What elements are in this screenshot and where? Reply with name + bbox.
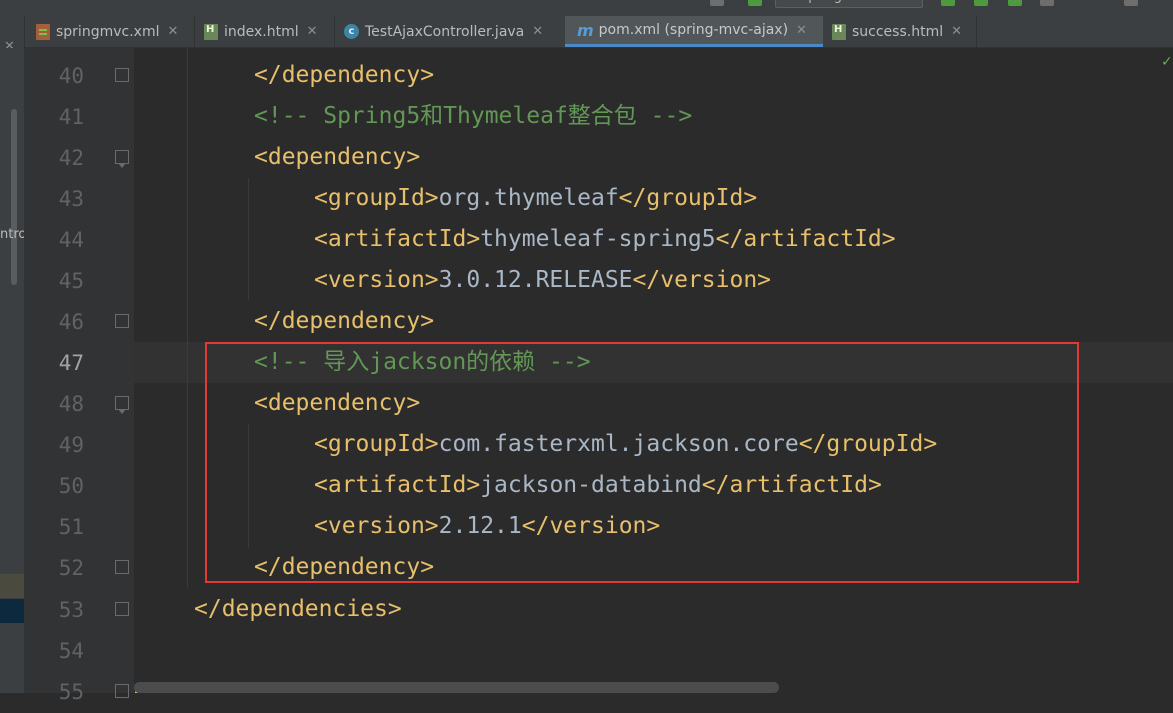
tab-label: success.html bbox=[852, 23, 944, 40]
fold-start-icon[interactable] bbox=[115, 150, 129, 168]
fold-start-icon[interactable] bbox=[115, 396, 129, 414]
code-line: <dependency> bbox=[254, 144, 421, 170]
java-class-icon: c bbox=[344, 24, 359, 39]
tab-label: TestAjaxController.java bbox=[365, 23, 525, 40]
run-icon[interactable] bbox=[941, 0, 955, 6]
fold-end-icon[interactable] bbox=[115, 68, 129, 82]
line-number: 45 bbox=[58, 269, 84, 293]
editor-tab-bar: ✕ springmvc.xml ✕ index.html ✕ c TestAja… bbox=[0, 16, 1173, 63]
maven-file-icon: m bbox=[577, 20, 594, 40]
debug-icon[interactable] bbox=[974, 0, 988, 6]
dropdown-arrow-icon[interactable] bbox=[710, 0, 724, 6]
coverage-icon[interactable] bbox=[1008, 0, 1022, 6]
panel-scrollbar[interactable] bbox=[11, 109, 17, 285]
horizontal-scrollbar[interactable] bbox=[134, 682, 779, 693]
close-tab-icon[interactable]: ✕ bbox=[307, 24, 318, 39]
run-configuration-selector[interactable]: SpringMVC bbox=[775, 0, 923, 8]
line-number: 40 bbox=[58, 64, 84, 88]
close-tab-icon[interactable]: ✕ bbox=[532, 24, 543, 39]
line-number: 51 bbox=[58, 515, 84, 539]
close-tab-icon[interactable]: ✕ bbox=[167, 24, 178, 39]
line-number: 50 bbox=[58, 474, 84, 498]
fold-end-icon[interactable] bbox=[115, 602, 129, 616]
line-number: 48 bbox=[58, 392, 84, 416]
search-everywhere-icon[interactable] bbox=[1124, 0, 1138, 6]
close-tab-icon[interactable]: ✕ bbox=[951, 24, 962, 39]
top-toolbar: SpringMVC bbox=[0, 0, 1173, 16]
line-number: 41 bbox=[58, 105, 84, 129]
tab-testajaxcontroller-java[interactable]: c TestAjaxController.java ✕ bbox=[344, 16, 558, 47]
profile-icon[interactable] bbox=[1040, 0, 1054, 6]
tab-springmvc-xml[interactable]: springmvc.xml ✕ bbox=[36, 16, 192, 47]
xml-file-icon bbox=[36, 23, 50, 40]
tab-pom-xml[interactable]: m pom.xml (spring-mvc-ajax) ✕ bbox=[565, 16, 823, 47]
line-number-current: 47 bbox=[58, 351, 84, 375]
code-comment: <!-- Spring5和Thymeleaf整合包 --> bbox=[254, 103, 693, 129]
code-line: </dependencies> bbox=[194, 596, 402, 622]
panel-text-fragment: ntro bbox=[0, 227, 24, 242]
tab-index-html[interactable]: index.html ✕ bbox=[204, 16, 332, 47]
inspection-ok-icon[interactable]: ✓ bbox=[1161, 54, 1173, 70]
line-number: 42 bbox=[58, 146, 84, 170]
line-number: 54 bbox=[58, 639, 84, 663]
tab-label: pom.xml (spring-mvc-ajax) bbox=[598, 22, 789, 38]
back-arrow-icon[interactable] bbox=[748, 0, 762, 6]
line-number: 46 bbox=[58, 310, 84, 334]
line-number: 49 bbox=[58, 433, 84, 457]
code-line: </dependency> bbox=[254, 62, 435, 88]
editor-gutter: 40 41 42 43 44 45 46 47 48 49 50 51 52 5… bbox=[24, 48, 134, 704]
code-line: <groupId>org.thymeleaf</groupId> bbox=[314, 185, 758, 211]
panel-row-selected bbox=[0, 599, 24, 623]
tab-label: index.html bbox=[224, 23, 299, 40]
project-panel-edge: ntro bbox=[0, 48, 24, 693]
close-tab-icon[interactable]: ✕ bbox=[796, 23, 807, 38]
indent-guide bbox=[248, 178, 249, 300]
code-line: </dependency> bbox=[254, 308, 435, 334]
indent-guide bbox=[187, 48, 188, 588]
fold-end-icon[interactable] bbox=[115, 684, 129, 698]
line-number: 53 bbox=[58, 598, 84, 622]
code-line: <version>3.0.12.RELEASE</version> bbox=[314, 267, 772, 293]
fold-end-icon[interactable] bbox=[115, 314, 129, 328]
line-number: 52 bbox=[58, 556, 84, 580]
tab-label: springmvc.xml bbox=[56, 23, 160, 40]
code-line: <artifactId>thymeleaf-spring5</artifactI… bbox=[314, 226, 896, 252]
html-file-icon bbox=[204, 23, 218, 40]
panel-row-highlight bbox=[0, 574, 24, 598]
annotation-highlight-box bbox=[205, 342, 1079, 583]
html-file-icon bbox=[832, 23, 846, 40]
tab-success-html[interactable]: success.html ✕ bbox=[832, 16, 974, 47]
fold-end-icon[interactable] bbox=[115, 560, 129, 574]
line-number: 44 bbox=[58, 228, 84, 252]
line-number: 43 bbox=[58, 187, 84, 211]
